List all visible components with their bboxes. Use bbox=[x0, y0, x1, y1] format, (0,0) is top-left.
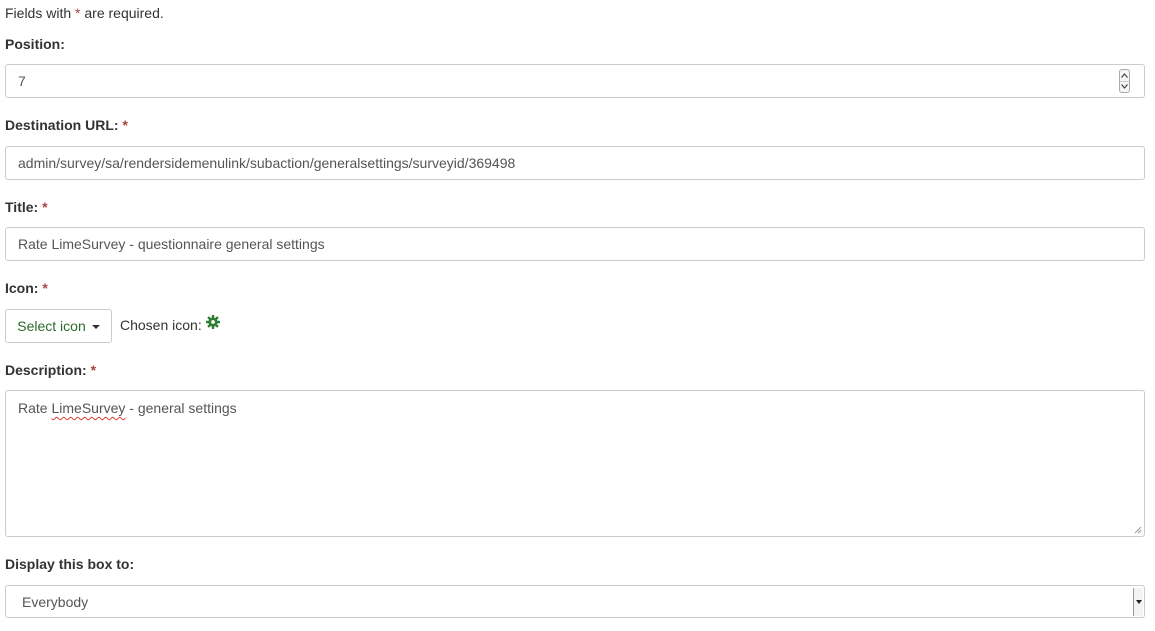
required-marker: * bbox=[90, 362, 97, 378]
icon-label-text: Icon: bbox=[5, 280, 39, 296]
dropdown-arrow-icon[interactable] bbox=[1133, 588, 1143, 616]
description-label-text: Description: bbox=[5, 362, 87, 378]
required-note-suffix: are required. bbox=[80, 5, 164, 21]
display-box-label: Display this box to: bbox=[5, 556, 134, 572]
display-box-select[interactable]: Everybody bbox=[5, 585, 1145, 618]
destination-url-label: Destination URL: * bbox=[5, 117, 128, 133]
position-label-text: Position: bbox=[5, 36, 65, 52]
title-value: Rate LimeSurvey - questionnaire general … bbox=[18, 236, 325, 252]
required-marker: * bbox=[42, 199, 48, 215]
select-icon-button[interactable]: Select icon bbox=[5, 309, 112, 343]
caret-down-icon bbox=[91, 325, 100, 329]
position-stepper[interactable] bbox=[1119, 69, 1130, 93]
display-box-label-text: Display this box to: bbox=[5, 556, 135, 572]
icon-label: Icon: * bbox=[5, 280, 48, 296]
description-label: Description: * bbox=[5, 362, 96, 378]
position-label: Position: bbox=[5, 36, 65, 52]
position-input[interactable]: 7 bbox=[5, 64, 1145, 98]
description-textarea[interactable]: Rate LimeSurvey - general settings bbox=[5, 390, 1145, 537]
stepper-down-icon[interactable] bbox=[1120, 81, 1129, 92]
position-value: 7 bbox=[18, 73, 26, 89]
description-value-suffix: - general settings bbox=[125, 400, 237, 416]
destination-url-value: admin/survey/sa/rendersidemenulink/subac… bbox=[18, 155, 516, 171]
chosen-icon-label: Chosen icon: bbox=[120, 317, 202, 333]
menu-entry-form: Fields with * are required. Position: 7 … bbox=[0, 0, 1155, 631]
required-note-prefix: Fields with bbox=[5, 5, 76, 21]
gear-icon bbox=[205, 315, 220, 329]
required-fields-note: Fields with * are required. bbox=[5, 5, 164, 21]
description-value-prefix: Rate bbox=[18, 400, 52, 416]
select-icon-button-label: Select icon bbox=[17, 318, 86, 334]
title-label: Title: * bbox=[5, 199, 48, 215]
required-marker: * bbox=[42, 280, 48, 296]
resize-handle-icon[interactable] bbox=[1134, 526, 1142, 534]
required-marker: * bbox=[122, 117, 128, 133]
chosen-icon: Chosen icon: bbox=[120, 315, 220, 334]
triangle-down-icon bbox=[1135, 600, 1142, 604]
title-label-text: Title: bbox=[5, 199, 39, 215]
destination-url-input[interactable]: admin/survey/sa/rendersidemenulink/subac… bbox=[5, 146, 1145, 180]
destination-url-label-text: Destination URL: bbox=[5, 117, 119, 133]
display-box-selected: Everybody bbox=[22, 593, 89, 610]
spellcheck-word: LimeSurvey bbox=[51, 400, 126, 416]
title-input[interactable]: Rate LimeSurvey - questionnaire general … bbox=[5, 227, 1145, 261]
